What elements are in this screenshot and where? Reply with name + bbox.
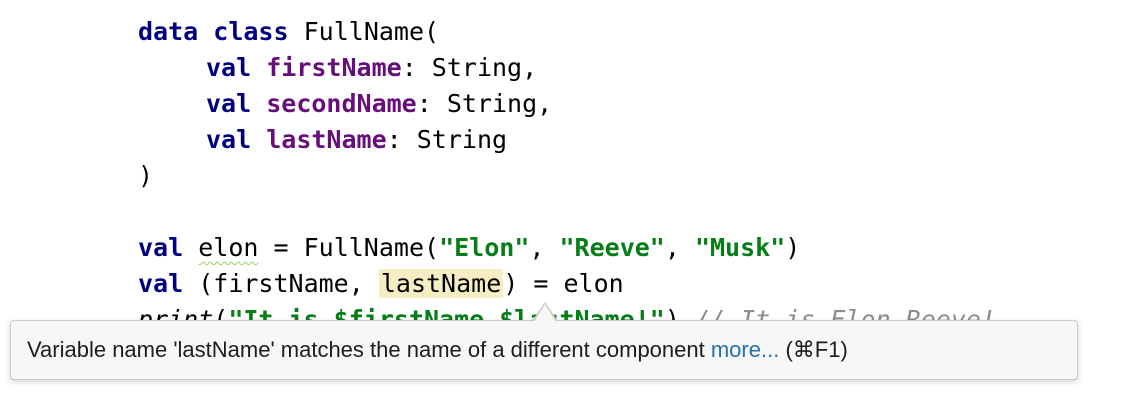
more-link[interactable]: more... <box>711 337 779 362</box>
code-line-6: val elon = FullName("Elon", "Reeve", "Mu… <box>138 230 800 266</box>
type-annotation: : String, <box>401 53 538 82</box>
keyword-class: class <box>213 17 289 46</box>
tooltip-shortcut: (⌘F1) <box>779 337 848 362</box>
code-line-1: data class FullName( <box>138 14 439 50</box>
keyword-val: val <box>206 125 252 154</box>
keyword-val: val <box>206 89 252 118</box>
type-annotation: : String, <box>416 89 553 118</box>
property-firstname: firstName <box>266 53 402 82</box>
property-lastname: lastName <box>266 125 387 154</box>
string-reeve: "Reeve" <box>559 233 665 262</box>
inspection-tooltip: Variable name 'lastName' matches the nam… <box>10 320 1078 380</box>
variable-lastname-highlighted[interactable]: lastName <box>378 269 504 298</box>
destructure-open: (firstName, <box>198 269 379 298</box>
tooltip-pointer-fill <box>534 304 556 322</box>
code-line-4: val lastName: String <box>138 122 507 158</box>
closing-paren: ) <box>785 233 801 262</box>
variable-elon[interactable]: elon <box>198 233 258 262</box>
class-name: FullName( <box>303 17 440 46</box>
string-musk: "Musk" <box>694 233 786 262</box>
keyword-data: data <box>138 17 199 46</box>
type-annotation: : String <box>386 125 508 154</box>
comma: , <box>529 233 560 262</box>
code-line-2: val firstName: String, <box>138 50 537 86</box>
keyword-val: val <box>138 233 184 262</box>
code-line-7: val (firstName, lastName) = elon <box>138 266 624 302</box>
code-line-5: ) <box>138 158 153 194</box>
string-elon: "Elon" <box>439 233 530 262</box>
destructure-end: ) = elon <box>503 269 624 298</box>
tooltip-message: Variable name 'lastName' matches the nam… <box>27 337 711 362</box>
keyword-val: val <box>138 269 184 298</box>
code-line-3: val secondName: String, <box>138 86 552 122</box>
comma: , <box>664 233 695 262</box>
closing-paren: ) <box>138 161 154 190</box>
keyword-val: val <box>206 53 252 82</box>
property-secondname: secondName <box>266 89 417 118</box>
constructor-call: = FullName( <box>258 233 440 262</box>
